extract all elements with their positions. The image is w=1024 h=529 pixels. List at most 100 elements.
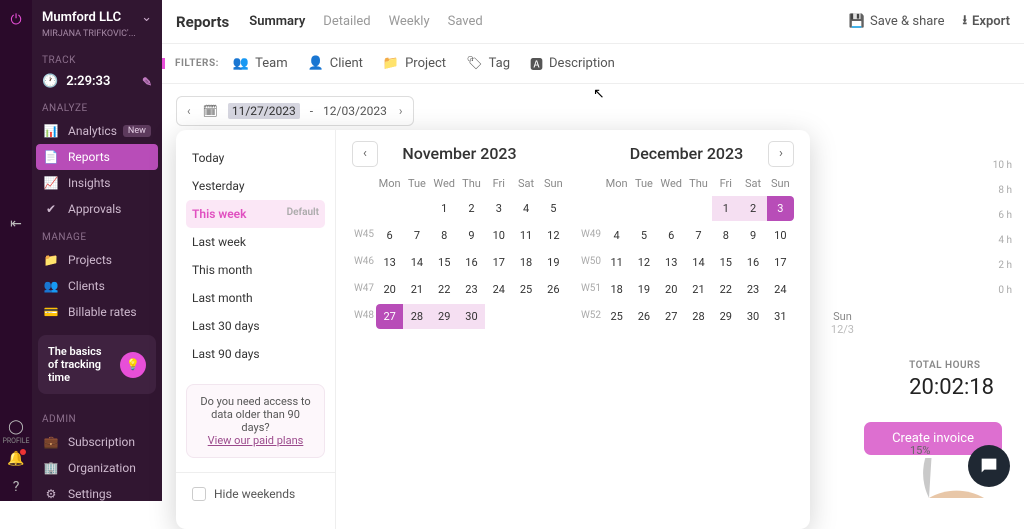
save-share-button[interactable]: 💾Save & share <box>849 11 945 33</box>
preset-this-month[interactable]: This month <box>176 256 335 284</box>
calendar-day[interactable]: 17 <box>485 250 512 275</box>
nav-clients[interactable]: 👥Clients <box>32 273 162 299</box>
calendar-day[interactable]: 10 <box>767 223 794 248</box>
nav-organization[interactable]: 🏢Organization <box>32 455 162 481</box>
prev-range-icon[interactable]: ‹ <box>185 104 193 118</box>
calendar-day[interactable]: 15 <box>431 250 458 275</box>
calendar-day[interactable]: 12 <box>540 223 567 248</box>
calendar-day[interactable]: 29 <box>712 304 739 329</box>
calendar-day[interactable]: 23 <box>458 277 485 302</box>
calendar-day[interactable]: 3 <box>767 196 794 221</box>
calendar-day[interactable]: 11 <box>603 250 630 275</box>
intercom-launcher[interactable] <box>968 445 1010 487</box>
nav-insights[interactable]: 📈Insights <box>32 170 162 196</box>
calendar-day[interactable]: 1 <box>431 196 458 221</box>
calendar-day[interactable]: 25 <box>603 304 630 329</box>
calendar-day[interactable]: 20 <box>658 277 685 302</box>
calendar-day[interactable]: 30 <box>739 304 766 329</box>
calendar-day[interactable]: 24 <box>485 277 512 302</box>
nav-settings[interactable]: ⚙Settings <box>32 481 162 501</box>
calendar-day[interactable]: 26 <box>540 277 567 302</box>
nav-subscription[interactable]: 💼Subscription <box>32 429 162 455</box>
calendar-day[interactable]: 25 <box>512 277 539 302</box>
preset-today[interactable]: Today <box>176 144 335 172</box>
timer-row[interactable]: 🕐 2:29:33 ✎ <box>32 70 162 93</box>
calendar-day[interactable]: 6 <box>376 223 403 248</box>
prev-month-button[interactable]: ‹ <box>352 141 378 167</box>
paid-plans-link[interactable]: View our paid plans <box>208 434 304 447</box>
export-button[interactable]: ⭳Export <box>962 11 1010 33</box>
filter-client[interactable]: 👤Client <box>308 56 363 71</box>
calendar-day[interactable]: 26 <box>630 304 657 329</box>
calendar-day[interactable]: 28 <box>403 304 430 329</box>
collapse-icon[interactable]: ⇤ <box>6 214 26 234</box>
calendar-day[interactable]: 22 <box>431 277 458 302</box>
calendar-day[interactable]: 13 <box>376 250 403 275</box>
calendar-day[interactable]: 31 <box>767 304 794 329</box>
calendar-day[interactable]: 8 <box>712 223 739 248</box>
calendar-day[interactable]: 6 <box>658 223 685 248</box>
promo-card[interactable]: The basics of tracking time 💡 <box>38 335 156 394</box>
calendar-day[interactable]: 11 <box>512 223 539 248</box>
calendar-day[interactable]: 18 <box>512 250 539 275</box>
notifications-icon[interactable]: 🔔 <box>6 449 26 469</box>
calendar-day[interactable]: 19 <box>540 250 567 275</box>
power-icon[interactable]: ⏻ <box>6 10 26 30</box>
filter-team[interactable]: 👥Team <box>233 56 288 71</box>
calendar-day[interactable]: 16 <box>458 250 485 275</box>
tab-saved[interactable]: Saved <box>448 14 483 29</box>
tab-weekly[interactable]: Weekly <box>389 14 430 29</box>
calendar-day[interactable]: 21 <box>685 277 712 302</box>
tab-summary[interactable]: Summary <box>249 14 305 29</box>
calendar-day[interactable]: 3 <box>485 196 512 221</box>
calendar-day[interactable]: 30 <box>458 304 485 329</box>
checkbox-icon[interactable] <box>192 487 206 501</box>
calendar-day[interactable]: 22 <box>712 277 739 302</box>
calendar-day[interactable]: 7 <box>403 223 430 248</box>
calendar-day[interactable]: 9 <box>458 223 485 248</box>
help-icon[interactable]: ? <box>6 477 26 497</box>
calendar-day[interactable]: 24 <box>767 277 794 302</box>
calendar-day[interactable]: 15 <box>712 250 739 275</box>
calendar-day[interactable]: 8 <box>431 223 458 248</box>
nav-projects[interactable]: 📁Projects <box>32 247 162 273</box>
preset-last-30-days[interactable]: Last 30 days <box>176 312 335 340</box>
filter-tag[interactable]: 🏷Tag <box>466 56 510 71</box>
calendar-day[interactable]: 16 <box>739 250 766 275</box>
nav-billable-rates[interactable]: 💳Billable rates <box>32 299 162 325</box>
preset-last-month[interactable]: Last month <box>176 284 335 312</box>
workspace-switcher[interactable]: Mumford LLC ⌄ <box>32 6 162 29</box>
nav-analytics[interactable]: 📊AnalyticsNew <box>32 118 162 144</box>
profile-icon[interactable]: ◯ <box>6 417 26 437</box>
preset-yesterday[interactable]: Yesterday <box>176 172 335 200</box>
date-range-pill[interactable]: ‹ 🗓 11/27/2023 - 12/03/2023 › <box>176 96 414 126</box>
calendar-day[interactable]: 23 <box>739 277 766 302</box>
calendar-day[interactable]: 12 <box>630 250 657 275</box>
calendar-day[interactable]: 10 <box>485 223 512 248</box>
calendar-day[interactable]: 17 <box>767 250 794 275</box>
preset-last-90-days[interactable]: Last 90 days <box>176 340 335 368</box>
filter-project[interactable]: 📁Project <box>383 56 446 71</box>
calendar-day[interactable]: 19 <box>630 277 657 302</box>
calendar-day[interactable]: 5 <box>630 223 657 248</box>
tab-detailed[interactable]: Detailed <box>323 14 370 29</box>
calendar-day[interactable]: 2 <box>458 196 485 221</box>
calendar-day[interactable]: 7 <box>685 223 712 248</box>
calendar-day[interactable]: 20 <box>376 277 403 302</box>
calendar-day[interactable]: 2 <box>739 196 766 221</box>
nav-reports[interactable]: 📄Reports <box>36 144 158 170</box>
calendar-day[interactable]: 9 <box>739 223 766 248</box>
calendar-day[interactable]: 27 <box>376 304 403 329</box>
calendar-day[interactable]: 4 <box>512 196 539 221</box>
hide-weekends-row[interactable]: Hide weekends <box>176 472 335 515</box>
next-month-button[interactable]: › <box>768 141 794 167</box>
next-range-icon[interactable]: › <box>397 104 405 118</box>
calendar-day[interactable]: 28 <box>685 304 712 329</box>
calendar-day[interactable]: 29 <box>431 304 458 329</box>
preset-this-week[interactable]: This weekDefault <box>186 200 325 228</box>
calendar-day[interactable]: 21 <box>403 277 430 302</box>
calendar-day[interactable]: 1 <box>712 196 739 221</box>
nav-approvals[interactable]: ✔Approvals <box>32 196 162 222</box>
calendar-day[interactable]: 5 <box>540 196 567 221</box>
calendar-day[interactable]: 13 <box>658 250 685 275</box>
